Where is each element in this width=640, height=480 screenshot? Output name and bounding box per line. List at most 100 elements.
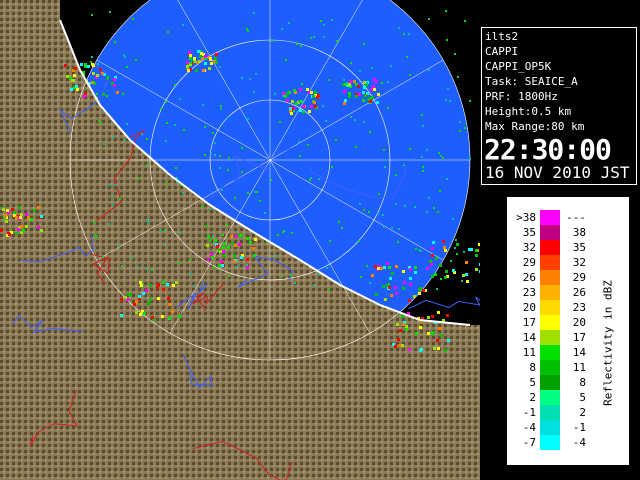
echo-cell (99, 68, 102, 71)
echo-cell (187, 69, 190, 72)
echo-cell (121, 265, 123, 267)
echo-cell (447, 339, 450, 342)
echo-cell (174, 124, 176, 126)
radar-map[interactable] (0, 0, 480, 480)
legend-lower-bound: 29 (522, 256, 536, 269)
echo-cell (204, 154, 206, 156)
echo-cell (427, 332, 430, 335)
legend-upper-bound: 38 (572, 226, 586, 239)
echo-cell (391, 227, 393, 229)
echo-cell (335, 139, 337, 141)
echo-cell (15, 232, 18, 235)
legend-lower-bound: >38 (516, 211, 536, 224)
echo-cell (216, 245, 219, 248)
echo-cell (138, 295, 141, 298)
echo-cell (66, 75, 69, 78)
echo-cell (91, 14, 93, 16)
echo-cell (210, 62, 213, 65)
echo-cell (0, 229, 3, 232)
echo-cell (291, 232, 293, 234)
echo-cell (461, 280, 463, 282)
legend-unit-text: Reflectivity in dBZ (601, 280, 614, 406)
echo-cell (228, 157, 230, 159)
echo-cell (463, 251, 465, 253)
echo-cell (437, 311, 440, 314)
echo-cell (409, 277, 412, 280)
echo-cell (22, 229, 25, 232)
echo-cell (30, 218, 33, 221)
echo-cell (436, 339, 439, 342)
echo-cell (363, 43, 365, 45)
echo-cell (396, 323, 399, 326)
echo-cell (437, 347, 440, 350)
echo-cell (346, 82, 348, 84)
echo-cell (464, 20, 466, 22)
echo-cell (464, 127, 466, 129)
legend-lower-bound: 11 (522, 346, 536, 359)
echo-cell (107, 76, 109, 78)
legend-upper-bound: 8 (579, 376, 586, 389)
echo-cell (348, 83, 351, 86)
echo-cell (459, 130, 461, 132)
legend-upper-bound: 5 (579, 391, 586, 404)
site-label: ilts2 (485, 30, 519, 43)
echo-cell (470, 248, 473, 251)
echo-cell (354, 119, 356, 121)
legend-lower-bound: 23 (522, 286, 536, 299)
echo-cell (249, 78, 251, 80)
radar-map-canvas (0, 0, 480, 480)
echo-cell (264, 212, 266, 214)
echo-cell (306, 88, 309, 91)
echo-cell (408, 299, 411, 302)
echo-cell (295, 102, 298, 105)
echo-cell (165, 182, 167, 184)
echo-cell (18, 206, 21, 209)
legend-lower-bound: 17 (522, 316, 536, 329)
echo-cell (220, 108, 222, 110)
echo-cell (123, 54, 125, 56)
echo-cell (98, 120, 100, 122)
echo-cell (376, 101, 379, 104)
echo-cell (469, 158, 471, 160)
echo-cell (329, 240, 331, 242)
echo-cell (363, 86, 366, 89)
echo-cell (454, 53, 456, 55)
prf-label: PRF: 1800Hz (485, 90, 558, 103)
echo-cell (374, 265, 377, 268)
echo-cell (120, 314, 123, 317)
echo-cell (323, 36, 325, 38)
echo-cell (418, 288, 421, 291)
echo-cell (299, 155, 301, 157)
echo-cell (428, 197, 430, 199)
echo-cell (309, 179, 311, 181)
echo-cell (360, 276, 362, 278)
echo-cell (233, 254, 236, 257)
echo-cell (436, 288, 438, 290)
echo-cell (323, 24, 325, 26)
echo-cell (148, 221, 150, 223)
echo-cell (408, 348, 411, 351)
echo-cell (355, 146, 357, 148)
echo-cell (401, 315, 404, 318)
echo-cell (221, 189, 223, 191)
echo-cell (399, 329, 402, 332)
echo-cell (430, 263, 433, 266)
legend-row: 26 29 (508, 270, 606, 285)
echo-cell (378, 193, 380, 195)
echo-cell (457, 76, 459, 78)
echo-cell (312, 95, 315, 98)
legend-row: -7 -4 (508, 435, 606, 450)
echo-cell (366, 265, 368, 267)
echo-cell (403, 33, 405, 35)
echo-cell (227, 169, 229, 171)
height-label: Height:0.5 km (485, 105, 572, 118)
echo-cell (11, 208, 14, 211)
echo-cell (131, 257, 133, 259)
echo-cell (420, 250, 422, 252)
legend-row: 35 38 (508, 225, 606, 240)
legend-row: 11 14 (508, 345, 606, 360)
echo-cell (444, 349, 447, 352)
echo-cell (214, 57, 217, 60)
echo-cell (228, 275, 230, 277)
echo-cell (202, 69, 205, 72)
